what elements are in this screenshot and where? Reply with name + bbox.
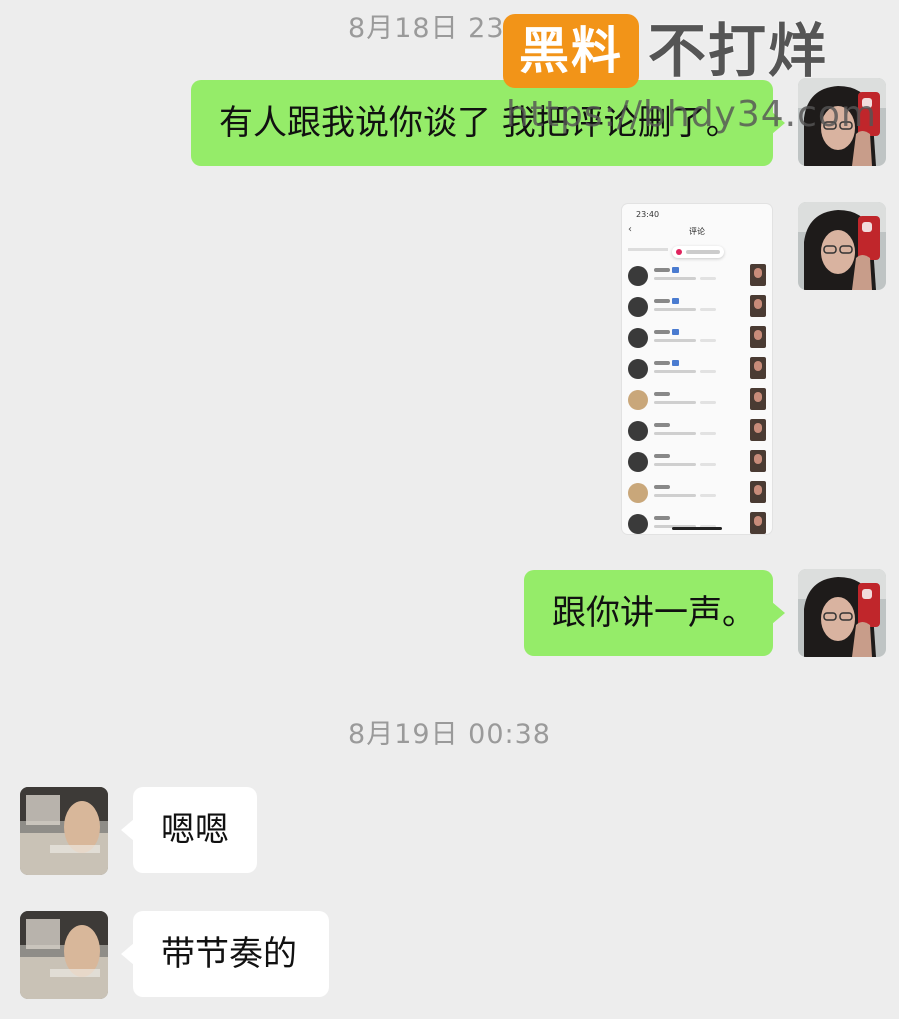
avatar[interactable] (20, 911, 108, 999)
watermark-badge-text: 黑料 (519, 22, 623, 80)
screenshot-comment-row (622, 293, 772, 321)
message-bubble-incoming[interactable]: 嗯嗯 (121, 787, 257, 873)
message-text: 跟你讲一声。 (552, 593, 756, 633)
screenshot-home-indicator (672, 527, 722, 530)
screenshot-comment-row (622, 324, 772, 352)
screenshot-notice-bar (686, 250, 720, 254)
screenshot-comment-row (622, 479, 772, 507)
screenshot-header-bar (628, 248, 668, 251)
avatar[interactable] (798, 202, 886, 290)
screenshot-status-time: 23:40 (636, 210, 660, 219)
screenshot-comment-row (622, 355, 772, 383)
message-bubble-outgoing[interactable]: 跟你讲一声。 (524, 570, 785, 656)
avatar-photo-icon (798, 569, 886, 657)
screenshot-notice-dot (676, 249, 682, 255)
avatar-photo-icon (20, 911, 108, 999)
watermark-url: https://bhdy34.com (506, 94, 878, 135)
avatar[interactable] (798, 569, 886, 657)
timestamp: 8月19日 00:38 (348, 719, 551, 750)
screenshot-comment-row (622, 262, 772, 290)
image-message[interactable]: 23:40 ‹ 评论 (622, 204, 772, 534)
screenshot-title: 评论 (689, 227, 705, 236)
screenshot-comment-row (622, 510, 772, 534)
avatar-photo-icon (798, 202, 886, 290)
screenshot-comment-row (622, 386, 772, 414)
avatar-photo-icon (20, 787, 108, 875)
message-bubble-incoming[interactable]: 带节奏的 (121, 911, 329, 997)
screenshot-comment-row (622, 448, 772, 476)
avatar[interactable] (20, 787, 108, 875)
message-text: 带节奏的 (161, 934, 297, 974)
watermark-title: 不打烊 (648, 17, 829, 85)
screenshot-comment-row (622, 417, 772, 445)
watermark-badge: 黑料 (503, 14, 639, 88)
message-text: 嗯嗯 (161, 810, 229, 850)
